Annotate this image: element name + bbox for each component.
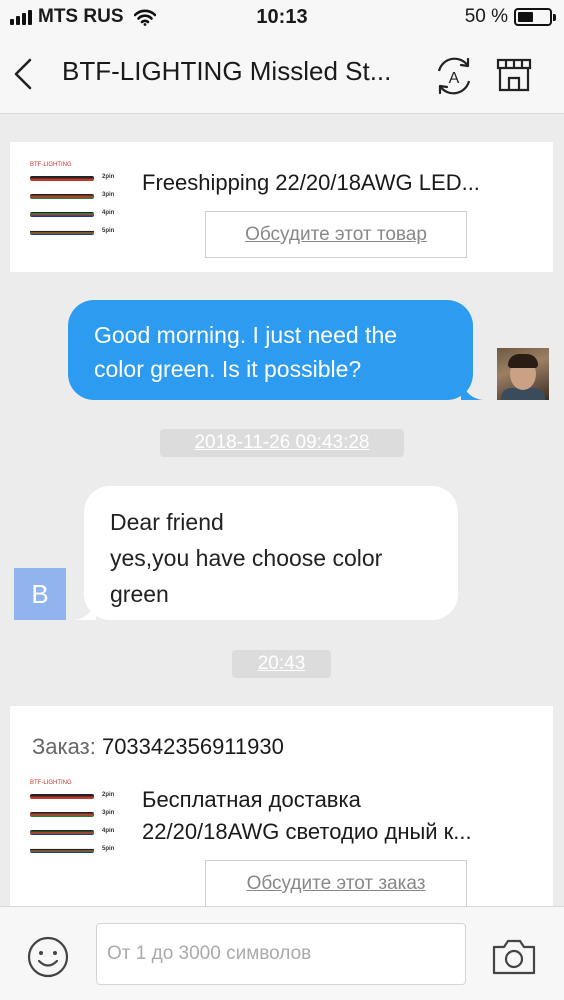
order-card[interactable]: Заказ: 703342356911930 BTF-LIGHTING 2pin… — [10, 706, 553, 916]
order-thumbnail: BTF-LIGHTING 2pin 3pin 4pin 5pin — [30, 780, 122, 860]
camera-icon — [492, 939, 536, 975]
status-right: 50 % — [464, 6, 556, 28]
battery-level — [518, 12, 533, 22]
cable-5pin — [30, 848, 94, 853]
product-title: Freeshipping 22/20/18AWG LED... — [142, 170, 480, 195]
pin-label: 4pin — [102, 210, 115, 216]
chat-header: BTF-LIGHTING Missled St... A — [0, 36, 564, 114]
thumbnail-brand: BTF-LIGHTING — [30, 162, 72, 168]
message-line: green — [110, 581, 169, 607]
seller-avatar[interactable]: B — [14, 568, 66, 620]
svg-text:A: A — [449, 70, 460, 87]
emoji-icon — [27, 936, 69, 978]
status-bar: MTS RUS 10:13 50 % — [0, 0, 564, 36]
order-number-value: 703342356911930 — [101, 734, 284, 759]
pin-label: 2pin — [102, 174, 115, 180]
camera-button[interactable] — [490, 937, 538, 977]
product-thumbnail: BTF-LIGHTING 2pin 3pin 4pin 5pin — [30, 162, 122, 242]
cable-5pin — [30, 230, 94, 235]
back-button[interactable] — [8, 56, 40, 92]
pin-label: 4pin — [102, 828, 115, 834]
cable-2pin — [30, 176, 94, 181]
cable-4pin — [30, 830, 94, 835]
pin-label: 2pin — [102, 792, 115, 798]
translate-button[interactable]: A — [432, 54, 476, 98]
page-title: BTF-LIGHTING Missled St... — [62, 56, 392, 86]
store-button[interactable] — [494, 54, 534, 94]
message-text: Good morning. I just need the color gree… — [94, 322, 398, 382]
order-number: Заказ: 703342356911930 — [32, 734, 284, 760]
message-input[interactable] — [96, 923, 466, 985]
message-timestamp: 2018-11-26 09:43:28 — [160, 429, 404, 457]
battery-cap — [553, 14, 556, 21]
message-timestamp: 20:43 — [232, 650, 331, 678]
discuss-product-button[interactable]: Обсудите этот товар — [205, 211, 467, 258]
message-line: Dear friend — [110, 509, 224, 535]
cable-4pin — [30, 212, 94, 217]
translate-icon: A — [437, 57, 471, 95]
order-label: Заказ: — [32, 734, 96, 759]
pin-label: 3pin — [102, 810, 115, 816]
message-line: yes,you have choose color — [110, 545, 383, 571]
pin-label: 5pin — [102, 846, 115, 852]
incoming-message: Dear friend yes,you have choose color gr… — [74, 486, 458, 620]
order-title: Бесплатная доставка 22/20/18AWG светодио… — [142, 784, 537, 848]
cable-2pin — [30, 794, 94, 799]
avatar-hair — [508, 354, 538, 368]
outgoing-message: Good morning. I just need the color gree… — [68, 300, 483, 400]
order-title-line: Бесплатная доставка — [142, 787, 361, 812]
discuss-order-button[interactable]: Обсудите этот заказ — [205, 860, 467, 907]
chevron-left-icon — [14, 58, 32, 90]
bubble-tail — [74, 598, 96, 620]
input-bar — [0, 906, 564, 1000]
battery-icon — [514, 8, 556, 26]
pin-label: 3pin — [102, 192, 115, 198]
battery-percent: 50 % — [464, 6, 508, 27]
pin-label: 5pin — [102, 228, 115, 234]
thumbnail-brand: BTF-LIGHTING — [30, 780, 72, 786]
emoji-button[interactable] — [26, 935, 70, 979]
order-title-line: 22/20/18AWG светодио дный к... — [142, 819, 472, 844]
cable-3pin — [30, 812, 94, 817]
user-avatar[interactable] — [497, 348, 549, 400]
cable-3pin — [30, 194, 94, 199]
product-card[interactable]: BTF-LIGHTING 2pin 3pin 4pin 5pin Freeshi… — [10, 142, 553, 272]
store-icon — [496, 58, 532, 92]
bubble-tail — [461, 378, 483, 400]
